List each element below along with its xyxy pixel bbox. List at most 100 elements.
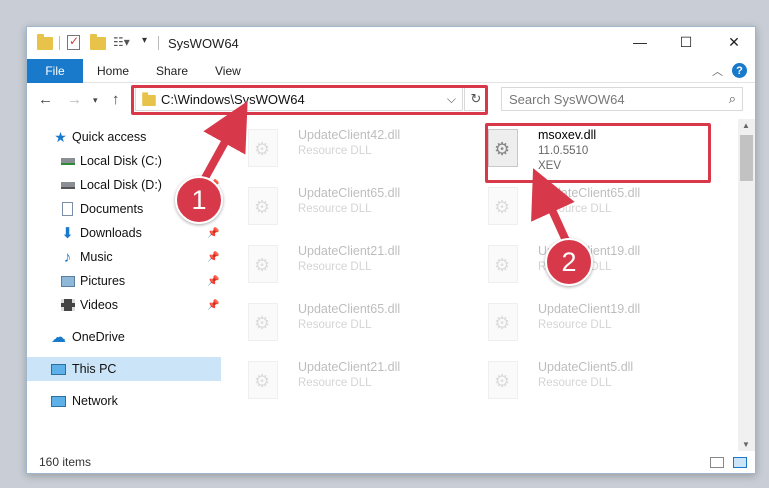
file-name: UpdateClient21.dll xyxy=(298,360,401,374)
sidebar-item-label: Videos xyxy=(80,298,118,312)
sidebar-item-label: Downloads xyxy=(80,226,142,240)
scroll-down-icon[interactable]: ▼ xyxy=(742,440,750,449)
help-icon[interactable]: ? xyxy=(732,63,747,78)
recent-locations-icon[interactable]: ▾ xyxy=(93,95,98,106)
close-button[interactable]: ✕ xyxy=(711,27,755,57)
sidebar-item-videos[interactable]: Videos 📌 xyxy=(27,293,221,317)
computer-icon xyxy=(51,363,66,376)
sidebar-item-quick-access[interactable]: ★ Quick access xyxy=(27,125,221,149)
file-name: UpdateClient42.dll xyxy=(298,128,401,142)
sidebar-item-label: Music xyxy=(80,250,113,264)
tab-view[interactable]: View xyxy=(215,64,241,78)
videos-icon xyxy=(60,299,75,312)
sidebar-item-label: Local Disk (C:) xyxy=(80,154,162,168)
music-icon: ♪ xyxy=(63,248,72,266)
sidebar-item-label: OneDrive xyxy=(72,330,125,344)
step-badge-2: 2 xyxy=(545,238,593,286)
expand-ribbon-icon[interactable]: ︿ xyxy=(712,63,723,79)
file-type: Resource DLL xyxy=(538,319,612,331)
documents-icon xyxy=(60,202,75,216)
ribbon: File Home Share View ︿ ? xyxy=(27,59,755,83)
dll-file-icon xyxy=(488,187,518,225)
status-bar: 160 items xyxy=(27,452,755,473)
sidebar-item-label: Pictures xyxy=(80,274,126,288)
large-icons-view-icon[interactable] xyxy=(733,457,747,468)
sidebar-item-label: Documents xyxy=(80,202,144,216)
file-type: Resource DLL xyxy=(298,203,372,215)
file-item[interactable]: UpdateClient65.dll Resource DLL xyxy=(480,183,700,231)
address-bar-highlight xyxy=(131,85,488,115)
back-button[interactable]: ← xyxy=(38,91,53,108)
navigation-pane: ★ Quick access Local Disk (C:) 📌 Local D… xyxy=(27,119,221,449)
file-highlight xyxy=(485,123,711,183)
file-item[interactable]: UpdateClient65.dll Resource DLL xyxy=(240,183,460,231)
scrollbar-thumb[interactable] xyxy=(740,135,753,181)
file-name: UpdateClient65.dll xyxy=(298,302,401,316)
customize-toolbar-icon[interactable]: ☷▾ xyxy=(113,35,130,51)
maximize-button[interactable]: ☐ xyxy=(663,27,709,57)
dll-file-icon xyxy=(248,129,278,167)
file-item[interactable]: UpdateClient21.dll Resource DLL xyxy=(240,357,460,405)
file-type: Resource DLL xyxy=(298,319,372,331)
file-type: Resource DLL xyxy=(298,145,372,157)
details-view-icon[interactable] xyxy=(710,457,724,468)
pin-icon[interactable]: 📌 xyxy=(207,276,219,287)
sidebar-item-network[interactable]: Network xyxy=(27,389,221,413)
sidebar-item-label: Quick access xyxy=(72,130,147,144)
sidebar-item-downloads[interactable]: ⬇ Downloads 📌 xyxy=(27,221,221,245)
sidebar-item-local-disk-c[interactable]: Local Disk (C:) 📌 xyxy=(27,149,221,173)
sidebar-item-label: Local Disk (D:) xyxy=(80,178,162,192)
title-bar: ☷▾ ▾ SysWOW64 — ☐ ✕ xyxy=(27,27,755,59)
sidebar-item-label: This PC xyxy=(72,362,117,376)
folder-icon xyxy=(37,34,53,51)
dll-file-icon xyxy=(488,303,518,341)
file-name: UpdateClient19.dll xyxy=(538,302,641,316)
file-name: UpdateClient65.dll xyxy=(298,186,401,200)
pin-icon[interactable]: 📌 xyxy=(207,252,219,263)
scroll-up-icon[interactable]: ▲ xyxy=(742,121,750,130)
dll-file-icon xyxy=(488,245,518,283)
pictures-icon xyxy=(60,275,75,288)
dll-file-icon xyxy=(488,361,518,399)
sidebar-item-onedrive[interactable]: ☁ OneDrive xyxy=(27,325,221,349)
dll-file-icon xyxy=(248,361,278,399)
properties-icon[interactable] xyxy=(67,34,80,51)
sidebar-item-pictures[interactable]: Pictures 📌 xyxy=(27,269,221,293)
step-badge-1: 1 xyxy=(175,176,223,224)
network-icon xyxy=(51,395,66,408)
separator xyxy=(158,36,159,50)
file-type: Resource DLL xyxy=(298,261,372,273)
file-item[interactable]: UpdateClient21.dll Resource DLL xyxy=(240,241,460,289)
file-name: UpdateClient5.dll xyxy=(538,360,634,374)
vertical-scrollbar[interactable]: ▲ ▼ xyxy=(738,119,755,451)
file-name: UpdateClient21.dll xyxy=(298,244,401,258)
cloud-icon: ☁ xyxy=(51,329,66,346)
search-placeholder: Search SysWOW64 xyxy=(509,92,625,107)
item-count: 160 items xyxy=(39,455,92,469)
file-item[interactable]: UpdateClient19.dll Resource DLL xyxy=(480,299,700,347)
forward-button[interactable]: → xyxy=(67,91,82,108)
file-item[interactable]: UpdateClient42.dll Resource DLL xyxy=(240,125,460,173)
tab-home[interactable]: Home xyxy=(97,64,129,78)
drive-icon xyxy=(60,179,75,192)
search-icon[interactable]: ⌕ xyxy=(729,91,736,107)
up-button[interactable]: ↑ xyxy=(112,91,120,108)
tab-share[interactable]: Share xyxy=(156,64,188,78)
pin-icon[interactable]: 📌 xyxy=(207,228,219,239)
download-icon: ⬇ xyxy=(61,225,74,242)
file-item[interactable]: UpdateClient5.dll Resource DLL xyxy=(480,357,700,405)
star-icon: ★ xyxy=(54,128,67,145)
file-type: Resource DLL xyxy=(538,377,612,389)
toolbar-dropdown-icon[interactable]: ▾ xyxy=(142,35,147,51)
sidebar-item-this-pc[interactable]: This PC xyxy=(27,357,221,381)
new-folder-icon[interactable] xyxy=(90,34,106,51)
pin-icon[interactable]: 📌 xyxy=(207,156,219,167)
dll-file-icon xyxy=(248,303,278,341)
tab-file[interactable]: File xyxy=(27,59,83,83)
minimize-button[interactable]: — xyxy=(617,27,663,57)
search-input[interactable]: Search SysWOW64 ⌕ xyxy=(501,87,743,111)
sidebar-item-music[interactable]: ♪ Music 📌 xyxy=(27,245,221,269)
pin-icon[interactable]: 📌 xyxy=(207,300,219,311)
file-item[interactable]: UpdateClient65.dll Resource DLL xyxy=(240,299,460,347)
file-type: Resource DLL xyxy=(538,203,612,215)
